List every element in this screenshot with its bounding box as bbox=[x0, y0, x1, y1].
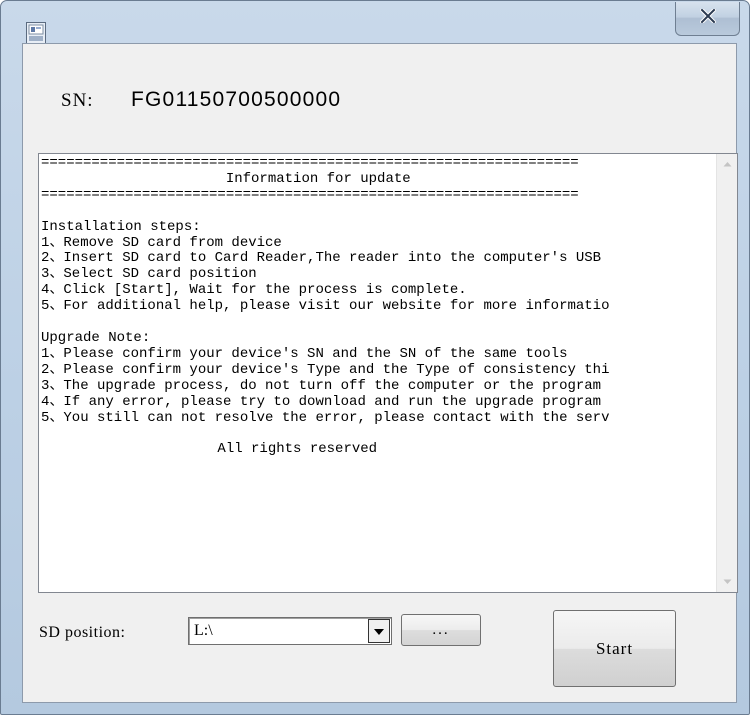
chevron-down-icon bbox=[374, 622, 384, 640]
dropdown-arrow-button[interactable] bbox=[368, 619, 390, 643]
vertical-scrollbar[interactable] bbox=[716, 154, 737, 592]
sd-position-label: SD position: bbox=[39, 624, 126, 641]
browse-button[interactable]: ... bbox=[401, 614, 481, 646]
sn-label: SN: bbox=[61, 90, 94, 111]
update-info-text: ========================================… bbox=[41, 156, 610, 458]
scroll-up-arrow-icon[interactable] bbox=[717, 154, 737, 174]
app-window: SN: FG01150700500000 ===================… bbox=[0, 0, 750, 715]
update-info-textbox[interactable]: ========================================… bbox=[38, 153, 738, 593]
scroll-down-arrow-icon[interactable] bbox=[717, 572, 737, 592]
app-icon bbox=[26, 22, 46, 44]
start-button[interactable]: Start bbox=[553, 610, 676, 687]
close-button[interactable] bbox=[675, 2, 740, 36]
title-bar[interactable] bbox=[1, 1, 749, 44]
sd-position-value: L:\ bbox=[194, 622, 213, 639]
close-icon bbox=[698, 7, 717, 28]
sn-value: FG01150700500000 bbox=[131, 88, 342, 111]
dialog-client-area: SN: FG01150700500000 ===================… bbox=[22, 43, 738, 703]
sd-position-dropdown[interactable]: L:\ bbox=[188, 617, 392, 645]
